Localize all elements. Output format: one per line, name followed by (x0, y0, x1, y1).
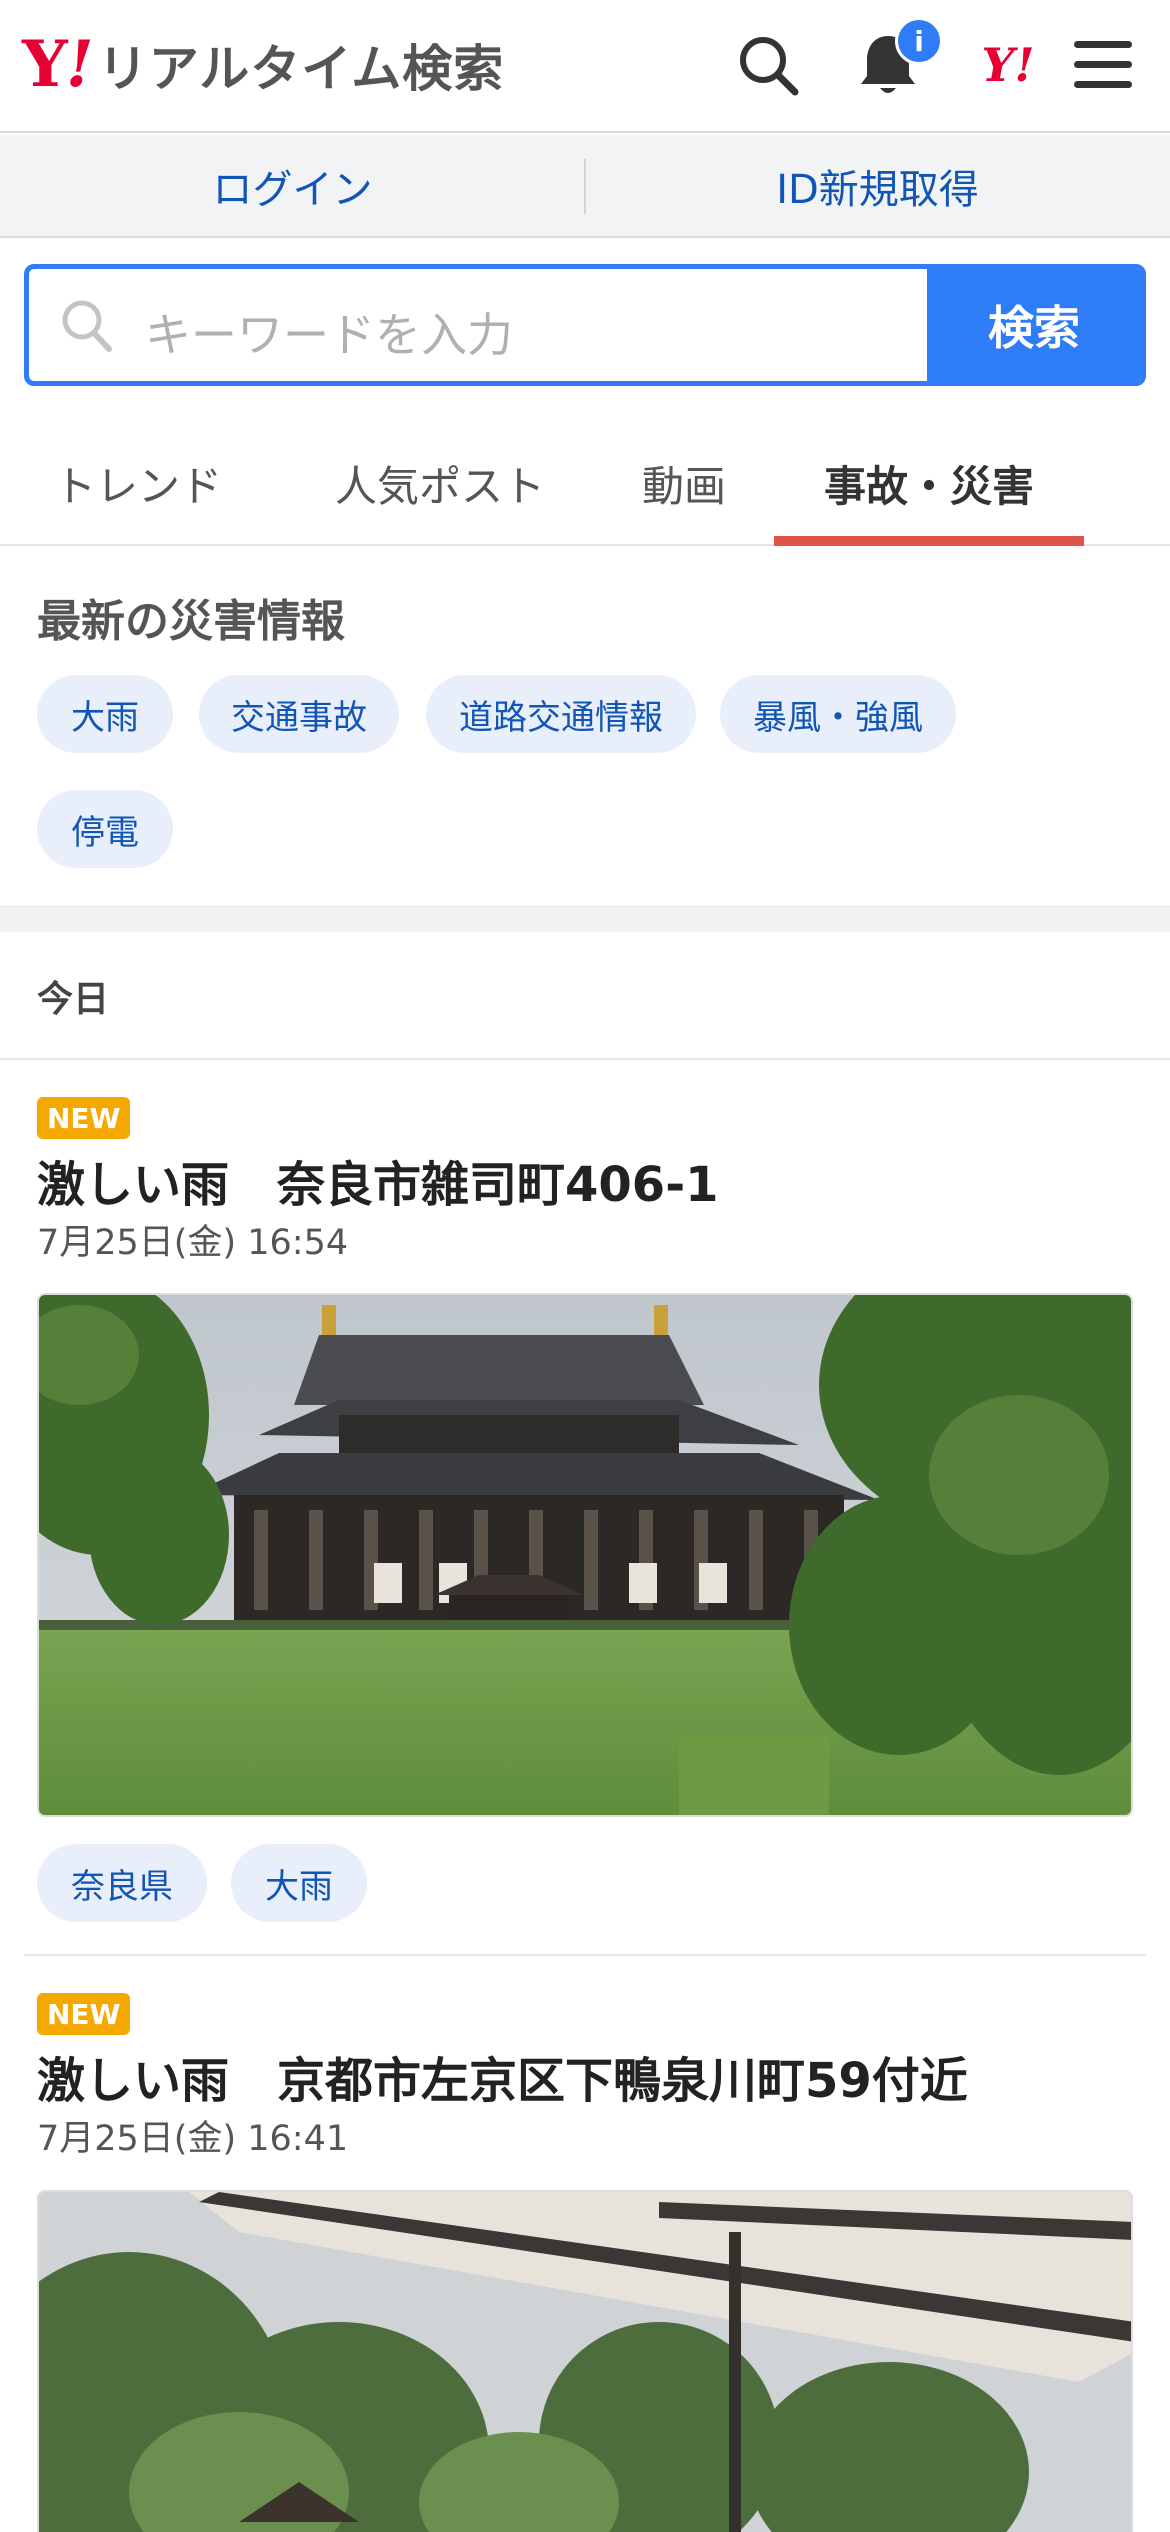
app-header: Y ! リアルタイム検索 i Y! (0, 0, 1170, 133)
tab-video[interactable]: 動画 (620, 420, 748, 546)
tab-accident-disaster[interactable]: 事故・災害 (774, 420, 1084, 546)
post-image-temple[interactable] (37, 1293, 1133, 1817)
chip-storm[interactable]: 暴風・強風 (720, 675, 956, 753)
login-bar: ログイン ID新規取得 (0, 135, 1170, 238)
date-section-label: 今日 (37, 979, 110, 1020)
post-date: 7月25日(金) 16:54 (37, 1223, 349, 1263)
search-icon[interactable] (733, 30, 803, 100)
new-badge: NEW (37, 1993, 131, 2035)
post-title[interactable]: 激しい雨 奈良市雑司町406-1 (37, 1145, 719, 1215)
chip-heavy-rain[interactable]: 大雨 (37, 675, 173, 753)
yahoo-japan-icon[interactable]: Y! (968, 30, 1048, 100)
search-field-icon (59, 297, 113, 357)
tag-heavy-rain[interactable]: 大雨 (231, 1844, 367, 1922)
menu-icon[interactable] (1068, 30, 1138, 100)
chip-traffic-accident[interactable]: 交通事故 (199, 675, 399, 753)
logo-text: リアルタイム検索 (97, 40, 505, 98)
chip-road-traffic[interactable]: 道路交通情報 (426, 675, 696, 753)
new-badge: NEW (37, 1097, 131, 1139)
active-tab-indicator (774, 536, 1084, 546)
notification-badge[interactable]: i (895, 17, 943, 65)
login-link[interactable]: ログイン (0, 135, 585, 236)
tag-nara[interactable]: 奈良県 (37, 1844, 207, 1922)
post-title[interactable]: 激しい雨 京都市左京区下鴨泉川町59付近 (37, 2041, 968, 2111)
category-tabs: トレンド 人気ポスト 動画 事故・災害 (0, 420, 1170, 546)
chip-power-outage[interactable]: 停電 (37, 790, 173, 868)
logo-y: Y (22, 27, 68, 102)
search-input[interactable]: キーワードを入力 (145, 299, 513, 365)
logo-bang: ! (65, 27, 94, 102)
divider (0, 1058, 1170, 1060)
search-button[interactable]: 検索 (927, 269, 1141, 381)
section-gap (0, 906, 1170, 932)
yahoo-realtime-logo[interactable]: Y ! リアルタイム検索 (22, 30, 504, 100)
tab-popular-posts[interactable]: 人気ポスト (318, 420, 562, 546)
disaster-info-title: 最新の災害情報 (37, 596, 345, 647)
post-divider (24, 1954, 1146, 1956)
signup-link[interactable]: ID新規取得 (585, 135, 1170, 236)
post-date: 7月25日(金) 16:41 (37, 2119, 349, 2159)
post-image-kyoto[interactable] (37, 2190, 1133, 2532)
login-divider (584, 159, 586, 214)
search-form: キーワードを入力 検索 (24, 264, 1146, 386)
tab-trend[interactable]: トレンド (38, 420, 238, 546)
